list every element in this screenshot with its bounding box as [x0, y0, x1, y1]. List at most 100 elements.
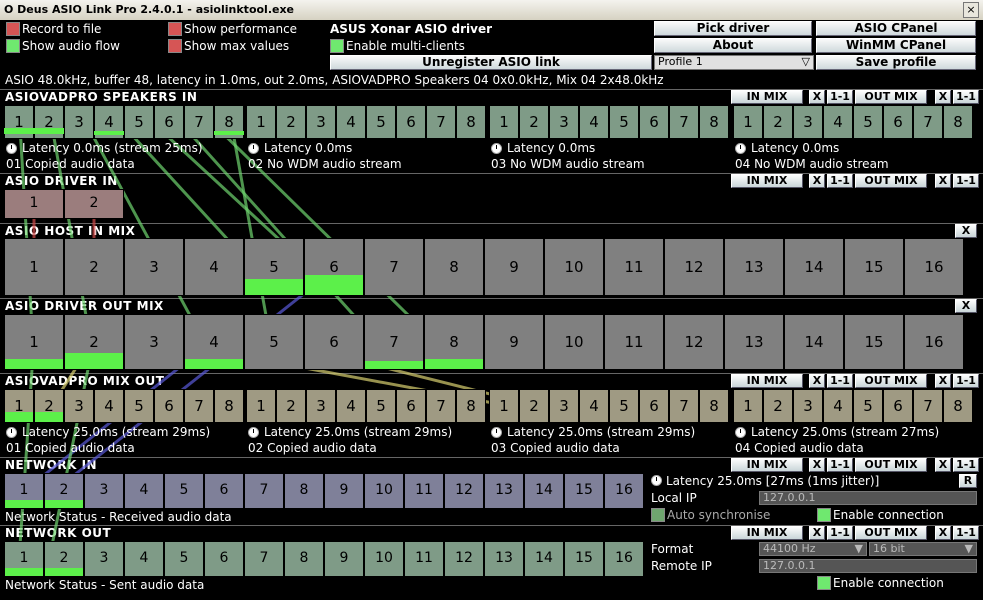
driver-out-mix-channel-16[interactable]: 16	[904, 314, 964, 370]
driver-out-mix-close-button[interactable]: X	[955, 299, 977, 313]
mix-out-04-channel-6[interactable]: 6	[883, 389, 913, 423]
driver-in-channel-1[interactable]: 1	[4, 189, 64, 219]
network-out-one-one-button-5[interactable]: 1-1	[953, 526, 979, 540]
mix-out-04-channel-2[interactable]: 2	[763, 389, 793, 423]
mix-out-03-channel-3[interactable]: 3	[549, 389, 579, 423]
mix-out-01-channel-3[interactable]: 3	[64, 389, 94, 423]
network-in-channel-3[interactable]: 3	[84, 473, 124, 509]
mix-out-02-channel-5[interactable]: 5	[366, 389, 396, 423]
speakers-in-one-one-button-5[interactable]: 1-1	[953, 90, 979, 104]
show-max-values-checkbox[interactable]	[168, 39, 182, 53]
mix-out-01-channel-7[interactable]: 7	[184, 389, 214, 423]
host-in-mix-channel-4[interactable]: 4	[184, 238, 244, 296]
network-out-channel-8[interactable]: 8	[284, 541, 324, 577]
driver-out-mix-channel-7[interactable]: 7	[364, 314, 424, 370]
network-out-channel-3[interactable]: 3	[84, 541, 124, 577]
driver-in-x-button-4[interactable]: X	[935, 174, 951, 188]
mix-out-02-channel-3[interactable]: 3	[306, 389, 336, 423]
driver-out-mix-channel-12[interactable]: 12	[664, 314, 724, 370]
mix-out-02-channel-6[interactable]: 6	[396, 389, 426, 423]
speakers-in-02-channel-2[interactable]: 2	[276, 105, 306, 139]
speakers-in-x-button-1[interactable]: X	[809, 90, 825, 104]
mix-out-04-channel-3[interactable]: 3	[793, 389, 823, 423]
speakers-in-03-channel-4[interactable]: 4	[579, 105, 609, 139]
local-ip-field[interactable]: 127.0.0.1	[759, 491, 977, 505]
driver-out-mix-channel-9[interactable]: 9	[484, 314, 544, 370]
network-out-enable-checkbox[interactable]	[817, 576, 831, 590]
mix-out-02-channel-2[interactable]: 2	[276, 389, 306, 423]
network-out-channel-12[interactable]: 12	[444, 541, 484, 577]
speakers-in-03-channel-3[interactable]: 3	[549, 105, 579, 139]
driver-out-mix-channel-10[interactable]: 10	[544, 314, 604, 370]
mix-out-04-channel-8[interactable]: 8	[943, 389, 973, 423]
network-in-enable-checkbox[interactable]	[817, 508, 831, 522]
host-in-mix-channel-11[interactable]: 11	[604, 238, 664, 296]
driver-in-out-mix-button-3[interactable]: OUT MIX	[855, 174, 927, 188]
host-in-mix-channel-3[interactable]: 3	[124, 238, 184, 296]
host-in-mix-channel-5[interactable]: 5	[244, 238, 304, 296]
driver-out-mix-channel-2[interactable]: 2	[64, 314, 124, 370]
driver-in-one-one-button-5[interactable]: 1-1	[953, 174, 979, 188]
speakers-in-04-channel-6[interactable]: 6	[883, 105, 913, 139]
network-in-one-one-button-2[interactable]: 1-1	[827, 458, 853, 472]
speakers-in-02-channel-7[interactable]: 7	[426, 105, 456, 139]
speakers-in-03-channel-8[interactable]: 8	[699, 105, 729, 139]
speakers-in-04-channel-7[interactable]: 7	[913, 105, 943, 139]
pick-driver-button[interactable]: Pick driver	[654, 21, 812, 36]
network-in-in-mix-button-0[interactable]: IN MIX	[731, 458, 803, 472]
host-in-mix-channel-1[interactable]: 1	[4, 238, 64, 296]
mix-out-in-mix-button-0[interactable]: IN MIX	[731, 374, 803, 388]
mix-out-out-mix-button-3[interactable]: OUT MIX	[855, 374, 927, 388]
mix-out-03-channel-6[interactable]: 6	[639, 389, 669, 423]
speakers-in-x-button-4[interactable]: X	[935, 90, 951, 104]
driver-out-mix-channel-15[interactable]: 15	[844, 314, 904, 370]
speakers-in-one-one-button-2[interactable]: 1-1	[827, 90, 853, 104]
speakers-in-04-channel-3[interactable]: 3	[793, 105, 823, 139]
mix-out-04-channel-7[interactable]: 7	[913, 389, 943, 423]
mix-out-02-channel-7[interactable]: 7	[426, 389, 456, 423]
mix-out-01-channel-1[interactable]: 1	[4, 389, 34, 423]
host-in-mix-channel-2[interactable]: 2	[64, 238, 124, 296]
save-profile-button[interactable]: Save profile	[816, 55, 976, 70]
driver-out-mix-channel-5[interactable]: 5	[244, 314, 304, 370]
remote-ip-field[interactable]: 127.0.0.1	[759, 559, 977, 573]
network-out-channel-13[interactable]: 13	[484, 541, 524, 577]
network-in-channel-8[interactable]: 8	[284, 473, 324, 509]
sample-rate-select[interactable]: 44100 Hz ▼	[759, 542, 867, 556]
mix-out-01-channel-6[interactable]: 6	[154, 389, 184, 423]
network-in-channel-15[interactable]: 15	[564, 473, 604, 509]
network-in-one-one-button-5[interactable]: 1-1	[953, 458, 979, 472]
driver-in-x-button-1[interactable]: X	[809, 174, 825, 188]
mix-out-one-one-button-2[interactable]: 1-1	[827, 374, 853, 388]
speakers-in-04-channel-8[interactable]: 8	[943, 105, 973, 139]
speakers-in-02-channel-3[interactable]: 3	[306, 105, 336, 139]
mix-out-04-channel-5[interactable]: 5	[853, 389, 883, 423]
network-in-channel-6[interactable]: 6	[204, 473, 244, 509]
network-out-channel-2[interactable]: 2	[44, 541, 84, 577]
mix-out-one-one-button-5[interactable]: 1-1	[953, 374, 979, 388]
network-in-out-mix-button-3[interactable]: OUT MIX	[855, 458, 927, 472]
speakers-in-02-channel-4[interactable]: 4	[336, 105, 366, 139]
network-in-channel-1[interactable]: 1	[4, 473, 44, 509]
network-in-x-button-4[interactable]: X	[935, 458, 951, 472]
mix-out-01-channel-4[interactable]: 4	[94, 389, 124, 423]
network-out-channel-11[interactable]: 11	[404, 541, 444, 577]
driver-out-mix-channel-8[interactable]: 8	[424, 314, 484, 370]
network-in-channel-14[interactable]: 14	[524, 473, 564, 509]
host-in-mix-channel-10[interactable]: 10	[544, 238, 604, 296]
mix-out-03-channel-5[interactable]: 5	[609, 389, 639, 423]
network-in-channel-5[interactable]: 5	[164, 473, 204, 509]
driver-in-one-one-button-2[interactable]: 1-1	[827, 174, 853, 188]
mix-out-03-channel-7[interactable]: 7	[669, 389, 699, 423]
mix-out-01-channel-8[interactable]: 8	[214, 389, 244, 423]
speakers-in-03-channel-7[interactable]: 7	[669, 105, 699, 139]
winmm-cpanel-button[interactable]: WinMM CPanel	[816, 38, 976, 53]
mix-out-03-channel-2[interactable]: 2	[519, 389, 549, 423]
mix-out-x-button-4[interactable]: X	[935, 374, 951, 388]
host-in-mix-channel-12[interactable]: 12	[664, 238, 724, 296]
driver-in-in-mix-button-0[interactable]: IN MIX	[731, 174, 803, 188]
network-in-channel-4[interactable]: 4	[124, 473, 164, 509]
show-performance-checkbox[interactable]	[168, 22, 182, 36]
mix-out-03-channel-1[interactable]: 1	[489, 389, 519, 423]
speakers-in-04-channel-1[interactable]: 1	[733, 105, 763, 139]
